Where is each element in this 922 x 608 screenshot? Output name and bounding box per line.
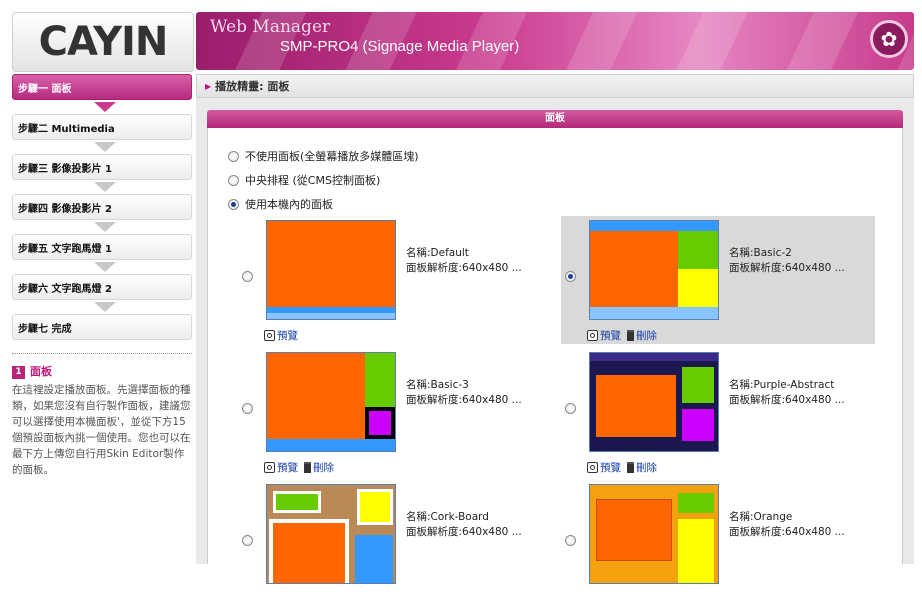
skin-actions: 預覽 刪除 bbox=[587, 460, 657, 475]
panel-title: 面板 bbox=[207, 110, 903, 128]
option-local-skin[interactable]: 使用本機內的面板 bbox=[228, 196, 333, 212]
help-text: 在這裡設定播放面板。先選擇面板的種類，如果您沒有自行製作面板，建議您可以選擇使用… bbox=[12, 384, 191, 476]
magnifier-icon bbox=[587, 330, 598, 341]
radio-button[interactable] bbox=[228, 198, 239, 210]
web-manager-title: Web Manager bbox=[210, 17, 331, 37]
product-name: SMP-PRO4 (Signage Media Player) bbox=[280, 38, 520, 55]
preview-link[interactable]: 預覽 bbox=[264, 460, 298, 475]
help-title: 1 面板 bbox=[12, 364, 192, 380]
skin-thumbnail[interactable] bbox=[266, 220, 396, 320]
step-arrow-icon bbox=[94, 102, 116, 112]
skin-thumbnail[interactable] bbox=[266, 352, 396, 452]
option-no-skin[interactable]: 不使用面板(全螢幕播放多媒體區塊) bbox=[228, 148, 419, 164]
trash-icon bbox=[627, 462, 634, 473]
skin-actions: 預覽 刪除 bbox=[587, 328, 657, 343]
sidebar-step-1[interactable]: 步驟一 面板 bbox=[12, 74, 192, 100]
skin-radio[interactable] bbox=[565, 271, 576, 282]
skin-thumbnail[interactable] bbox=[589, 484, 719, 584]
delete-link[interactable]: 刪除 bbox=[304, 460, 334, 475]
skin-card: 名稱:Basic-3 面板解析度:640x480 ... 預覽 刪除 bbox=[238, 348, 552, 476]
trash-icon bbox=[627, 330, 634, 341]
trash-icon bbox=[304, 462, 311, 473]
skin-card: 名稱:Cork-Board 面板解析度:640x480 ... bbox=[238, 480, 552, 608]
skin-radio[interactable] bbox=[242, 271, 253, 282]
skin-thumbnail[interactable] bbox=[589, 220, 719, 320]
skin-card: 名稱:Basic-2 面板解析度:640x480 ... 預覽 刪除 bbox=[561, 216, 875, 344]
sidebar-step-3[interactable]: 步驟三 影像投影片 1 bbox=[12, 154, 192, 180]
skin-info: 名稱:Cork-Board 面板解析度:640x480 ... bbox=[406, 511, 522, 538]
skin-card: 名稱:Default 面板解析度:640x480 ... 預覽 bbox=[238, 216, 552, 344]
globe-icon[interactable]: ✿ bbox=[870, 20, 908, 58]
skin-info: 名稱:Orange 面板解析度:640x480 ... bbox=[729, 511, 845, 538]
step-arrow-icon bbox=[94, 302, 116, 312]
divider bbox=[12, 353, 192, 354]
sidebar: 步驟一 面板 步驟二 Multimedia 步驟三 影像投影片 1 步驟四 影像… bbox=[12, 74, 192, 564]
step-arrow-icon bbox=[94, 182, 116, 192]
cayin-logo: CAYIN bbox=[12, 12, 194, 72]
sidebar-step-7[interactable]: 步驟七 完成 bbox=[12, 314, 192, 340]
skin-panel: 不使用面板(全螢幕播放多媒體區塊) 中央排程 (從CMS控制面板) 使用本機內的… bbox=[207, 128, 903, 584]
delete-link[interactable]: 刪除 bbox=[627, 460, 657, 475]
help-box: 1 面板 在這裡設定播放面板。先選擇面板的種類，如果您沒有自行製作面板，建議您可以… bbox=[12, 364, 192, 478]
magnifier-icon bbox=[587, 462, 598, 473]
skin-info: 名稱:Default 面板解析度:640x480 ... bbox=[406, 247, 522, 274]
sidebar-step-4[interactable]: 步驟四 影像投影片 2 bbox=[12, 194, 192, 220]
logo-text: CAYIN bbox=[38, 19, 169, 65]
magnifier-icon bbox=[264, 330, 275, 341]
sidebar-step-2[interactable]: 步驟二 Multimedia bbox=[12, 114, 192, 140]
sidebar-step-5[interactable]: 步驟五 文字跑馬燈 1 bbox=[12, 234, 192, 260]
step-arrow-icon bbox=[94, 262, 116, 272]
header-banner: Web Manager SMP-PRO4 (Signage Media Play… bbox=[196, 12, 914, 70]
help-number: 1 bbox=[12, 365, 25, 379]
delete-link[interactable]: 刪除 bbox=[627, 328, 657, 343]
preview-link[interactable]: 預覽 bbox=[264, 328, 298, 343]
sidebar-step-6[interactable]: 步驟六 文字跑馬燈 2 bbox=[12, 274, 192, 300]
skin-card: 名稱:Orange 面板解析度:640x480 ... bbox=[561, 480, 875, 608]
triangle-icon: ▶ bbox=[205, 81, 212, 91]
skin-radio[interactable] bbox=[242, 403, 253, 414]
radio-button[interactable] bbox=[228, 150, 239, 162]
skin-thumbnail[interactable] bbox=[266, 484, 396, 584]
skin-radio[interactable] bbox=[242, 535, 253, 546]
skin-radio[interactable] bbox=[565, 403, 576, 414]
step-arrow-icon bbox=[94, 142, 116, 152]
skin-card: 名稱:Purple-Abstract 面板解析度:640x480 ... 預覽 … bbox=[561, 348, 875, 476]
step-arrow-icon bbox=[94, 222, 116, 232]
top-strip bbox=[0, 0, 922, 8]
breadcrumb: ▶ 播放精靈: 面板 bbox=[196, 74, 914, 98]
preview-link[interactable]: 預覽 bbox=[587, 328, 621, 343]
skin-actions: 預覽 bbox=[264, 328, 298, 343]
main-area: 面板 不使用面板(全螢幕播放多媒體區塊) 中央排程 (從CMS控制面板) 使用本… bbox=[196, 98, 914, 584]
skin-info: 名稱:Basic-3 面板解析度:640x480 ... bbox=[406, 379, 522, 406]
skin-actions: 預覽 刪除 bbox=[264, 460, 334, 475]
skin-info: 名稱:Purple-Abstract 面板解析度:640x480 ... bbox=[729, 379, 845, 406]
skin-thumbnail[interactable] bbox=[589, 352, 719, 452]
skin-radio[interactable] bbox=[565, 535, 576, 546]
magnifier-icon bbox=[264, 462, 275, 473]
radio-button[interactable] bbox=[228, 174, 239, 186]
skin-info: 名稱:Basic-2 面板解析度:640x480 ... bbox=[729, 247, 845, 274]
option-central-schedule[interactable]: 中央排程 (從CMS控制面板) bbox=[228, 172, 380, 188]
preview-link[interactable]: 預覽 bbox=[587, 460, 621, 475]
